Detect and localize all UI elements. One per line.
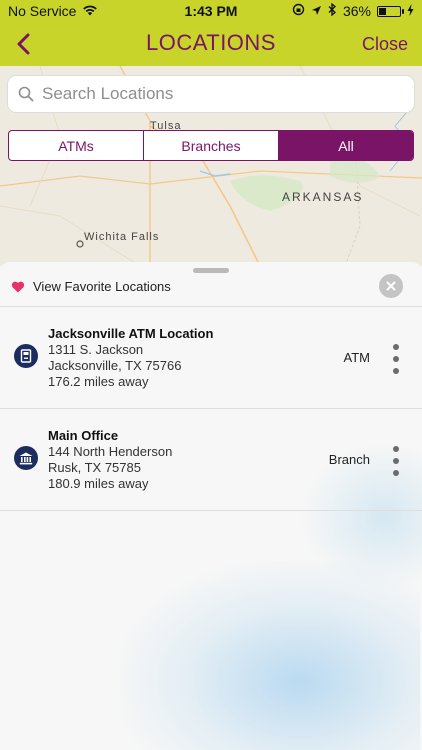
segment-all[interactable]: All: [279, 131, 413, 160]
location-type: Branch: [328, 452, 370, 467]
location-address-line2: Jacksonville, TX 75766: [48, 358, 182, 373]
segment-atms[interactable]: ATMs: [9, 131, 144, 160]
more-dot-icon: [393, 446, 399, 452]
map-label-wichita-falls: Wichita Falls: [84, 231, 160, 243]
segment-branches[interactable]: Branches: [144, 131, 279, 160]
bank-icon: [14, 446, 38, 470]
status-right: 36%: [292, 2, 414, 19]
location-type-filter: ATMs Branches All: [8, 130, 414, 161]
more-dot-icon: [393, 344, 399, 350]
view-favorites-row[interactable]: View Favorite Locations: [0, 274, 422, 306]
close-button[interactable]: Close: [362, 34, 408, 55]
heart-icon: [11, 281, 25, 293]
nav-bar: LOCATIONS Close: [0, 22, 422, 66]
battery-percent: 36%: [342, 3, 371, 19]
divider: [0, 510, 422, 511]
status-bar: No Service 1:43 PM 36%: [0, 0, 422, 22]
location-name: Jacksonville ATM Location: [48, 326, 214, 341]
location-address-line1: 144 North Henderson: [48, 444, 173, 459]
location-address-line2: Rusk, TX 75785: [48, 460, 141, 475]
search-bar[interactable]: [8, 76, 414, 112]
more-dot-icon: [393, 470, 399, 476]
divider: [0, 306, 422, 307]
more-dot-icon: [393, 356, 399, 362]
location-type: ATM: [343, 350, 370, 365]
more-options-button[interactable]: [390, 446, 402, 476]
more-options-button[interactable]: [390, 344, 402, 374]
location-name: Main Office: [48, 428, 119, 443]
divider: [0, 408, 422, 409]
locations-sheet: View Favorite Locations Jacksonville ATM…: [0, 262, 422, 750]
map-label-arkansas: ARKANSAS: [282, 190, 364, 204]
location-row-branch[interactable]: Main Office 144 North Henderson Rusk, TX…: [0, 410, 422, 510]
location-address-line1: 1311 S. Jackson: [48, 342, 144, 357]
view-favorites-label: View Favorite Locations: [33, 279, 171, 294]
location-arrow-icon: [311, 3, 322, 19]
location-row-atm[interactable]: Jacksonville ATM Location 1311 S. Jackso…: [0, 308, 422, 408]
sheet-drag-handle[interactable]: [193, 268, 229, 273]
bluetooth-icon: [328, 2, 337, 19]
page-title: LOCATIONS: [145, 30, 276, 55]
search-input[interactable]: [42, 84, 402, 104]
charging-bolt-icon: [407, 3, 414, 19]
search-icon: [18, 86, 34, 102]
battery-icon: [377, 5, 404, 17]
close-icon: [386, 281, 396, 291]
more-dot-icon: [393, 368, 399, 374]
more-dot-icon: [393, 458, 399, 464]
atm-icon: [14, 344, 38, 368]
location-distance: 176.2 miles away: [48, 374, 149, 389]
orientation-lock-icon: [292, 3, 305, 19]
location-distance: 180.9 miles away: [48, 476, 149, 491]
dismiss-sheet-button[interactable]: [379, 274, 403, 298]
